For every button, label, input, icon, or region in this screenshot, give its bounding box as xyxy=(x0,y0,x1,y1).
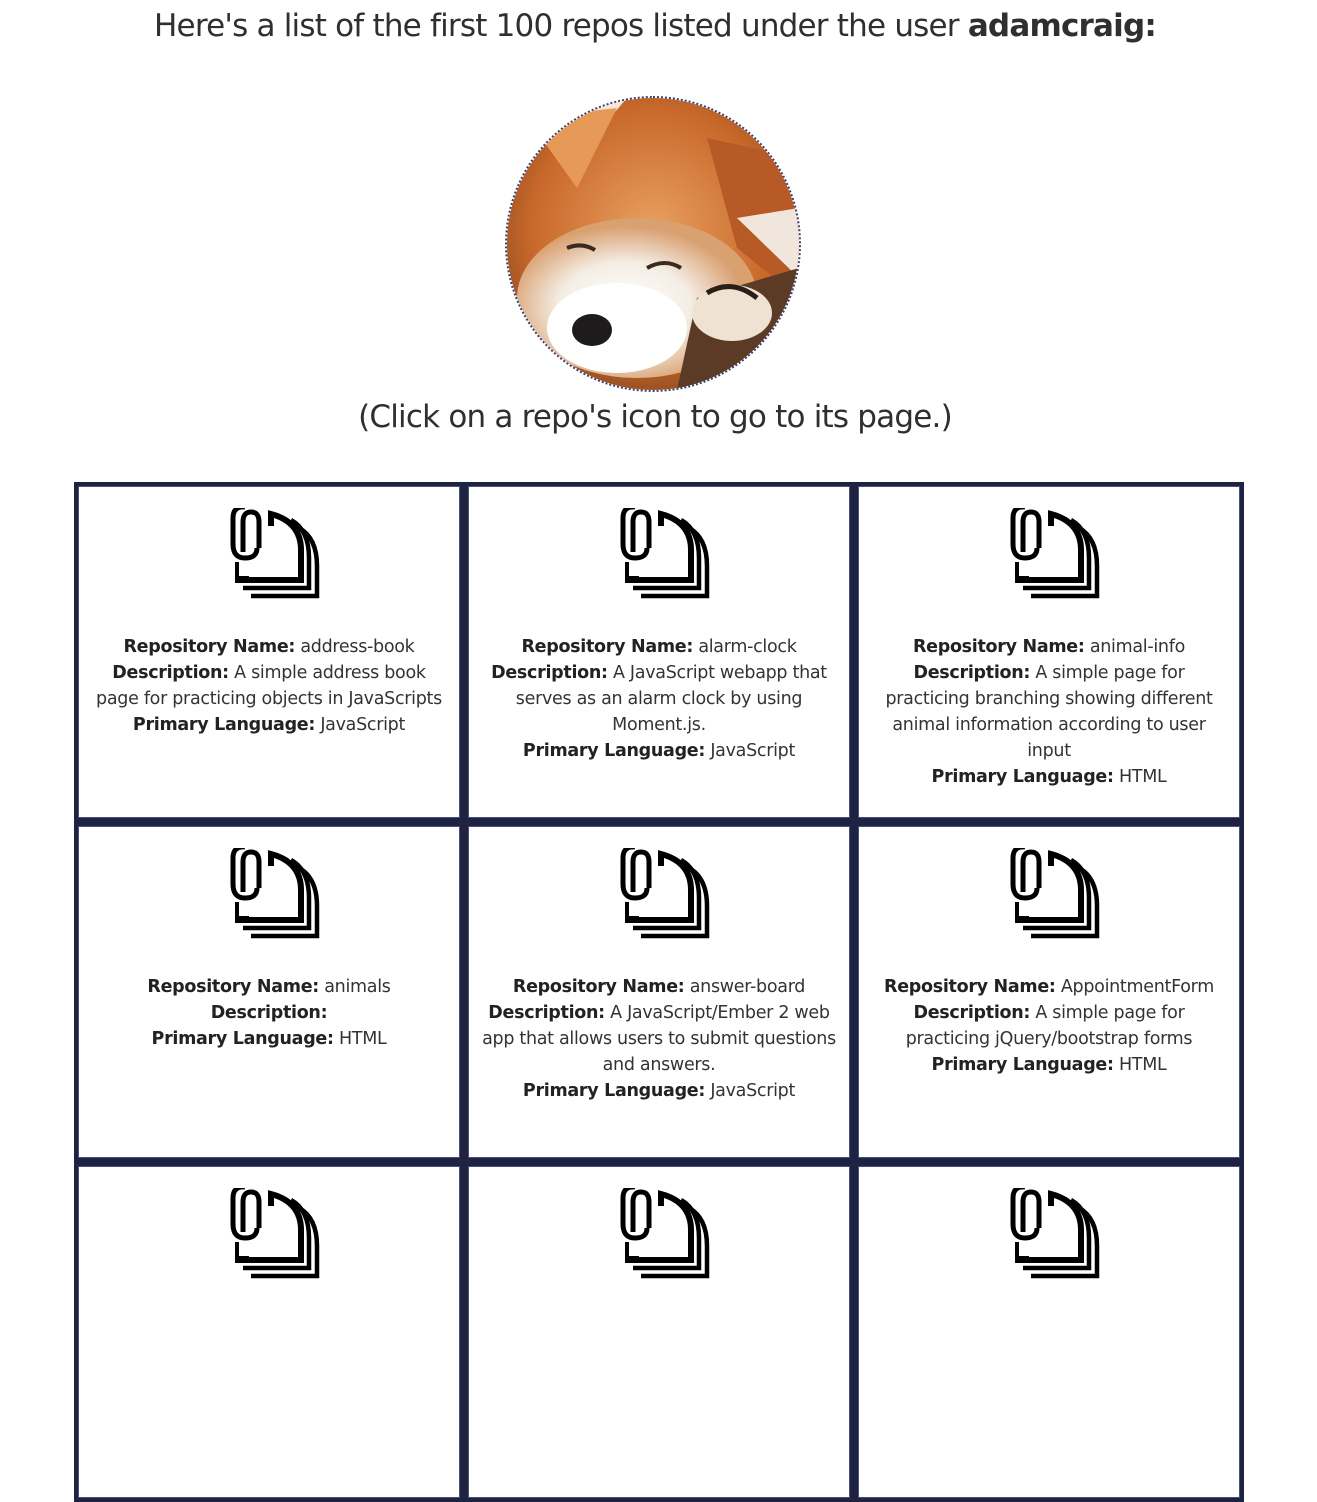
repo-description: Description: A simple address book page … xyxy=(92,660,446,712)
repo-name-label: Repository Name: xyxy=(884,977,1056,997)
repo-link-icon[interactable] xyxy=(1003,844,1103,948)
repo-description: Description: xyxy=(92,1000,446,1026)
repo-language-value: JavaScript xyxy=(315,715,406,735)
repo-card xyxy=(464,1162,854,1502)
repo-language: Primary Language: HTML xyxy=(872,1052,1226,1078)
repo-description: Description: A simple page for practicin… xyxy=(872,660,1226,764)
repo-description-label: Description: xyxy=(210,1003,328,1023)
repo-description-label: Description: xyxy=(491,663,608,683)
repo-link-icon[interactable] xyxy=(1003,504,1103,608)
repo-link-icon[interactable] xyxy=(613,504,713,608)
repo-language-value: HTML xyxy=(1113,767,1167,787)
repo-description: Description: A JavaScript webapp that se… xyxy=(482,660,836,738)
heading-prefix: Here's a list of the first 100 repos lis… xyxy=(154,8,968,44)
repo-description-label: Description: xyxy=(488,1003,605,1023)
page-heading: Here's a list of the first 100 repos lis… xyxy=(0,8,1310,44)
repo-language-label: Primary Language: xyxy=(132,715,316,735)
repo-name-value: animals xyxy=(319,977,391,997)
repo-language-value: JavaScript xyxy=(705,1081,796,1101)
repo-language-label: Primary Language: xyxy=(151,1029,334,1049)
repo-name-value: answer-board xyxy=(684,977,806,997)
repo-name-label: Repository Name: xyxy=(512,977,685,997)
repo-card: Repository Name: animal-info Description:… xyxy=(854,482,1244,822)
repo-description: Description: A simple page for practicin… xyxy=(872,1000,1226,1052)
repo-name-value: address-book xyxy=(295,637,415,657)
repo-link-icon[interactable] xyxy=(1003,1184,1103,1288)
repo-name-value: animal-info xyxy=(1084,637,1185,657)
repo-language-value: HTML xyxy=(333,1029,387,1049)
repo-name-label: Repository Name: xyxy=(521,637,694,657)
repo-description-label: Description: xyxy=(913,663,1031,683)
heading-username: adamcraig: xyxy=(967,8,1157,44)
repo-info: Repository Name: animal-info Description:… xyxy=(872,634,1226,790)
repo-info: Repository Name: AppointmentForm Descript… xyxy=(872,974,1226,1078)
repo-card: Repository Name: animals Description: Prim… xyxy=(74,822,464,1162)
repo-info: Repository Name: alarm-clock Description:… xyxy=(482,634,836,764)
repo-link-icon[interactable] xyxy=(223,844,323,948)
repo-name: Repository Name: alarm-clock xyxy=(482,634,836,660)
repo-language: Primary Language: JavaScript xyxy=(482,1078,836,1104)
repo-name: Repository Name: AppointmentForm xyxy=(872,974,1226,1000)
user-avatar xyxy=(505,96,801,392)
repo-language-label: Primary Language: xyxy=(931,767,1114,787)
repo-grid: Repository Name: address-book Description… xyxy=(74,482,1244,1502)
repo-name: Repository Name: animals xyxy=(92,974,446,1000)
repo-link-icon[interactable] xyxy=(223,504,323,608)
hint-text: (Click on a repo's icon to go to its pag… xyxy=(358,399,953,435)
repo-language: Primary Language: JavaScript xyxy=(482,738,836,764)
repo-card: Repository Name: address-book Description… xyxy=(74,482,464,822)
repo-description-label: Description: xyxy=(112,663,229,683)
repo-info: Repository Name: answer-board Description… xyxy=(482,974,836,1104)
repo-name-label: Repository Name: xyxy=(123,637,296,657)
repo-description-label: Description: xyxy=(913,1003,1031,1023)
repo-link-icon[interactable] xyxy=(223,1184,323,1288)
repo-language-value: JavaScript xyxy=(705,741,796,761)
repo-language-label: Primary Language: xyxy=(931,1055,1114,1075)
repo-name: Repository Name: animal-info xyxy=(872,634,1226,660)
repo-card xyxy=(74,1162,464,1502)
repo-language-label: Primary Language: xyxy=(522,741,706,761)
repo-name-label: Repository Name: xyxy=(912,637,1085,657)
repo-language-label: Primary Language: xyxy=(522,1081,706,1101)
repo-name-value: AppointmentForm xyxy=(1055,977,1214,997)
repo-language: Primary Language: HTML xyxy=(92,1026,446,1052)
red-panda-photo xyxy=(507,98,799,390)
repo-language: Primary Language: HTML xyxy=(872,764,1226,790)
repo-name: Repository Name: answer-board xyxy=(482,974,836,1000)
repo-description: Description: A JavaScript/Ember 2 web ap… xyxy=(482,1000,836,1078)
repo-card: Repository Name: answer-board Description… xyxy=(464,822,854,1162)
repo-card: Repository Name: alarm-clock Description:… xyxy=(464,482,854,822)
repo-link-icon[interactable] xyxy=(613,844,713,948)
repo-name-value: alarm-clock xyxy=(693,637,797,657)
repo-language: Primary Language: JavaScript xyxy=(92,712,446,738)
repo-language-value: HTML xyxy=(1113,1055,1167,1075)
repo-info: Repository Name: address-book Description… xyxy=(92,634,446,738)
repo-name: Repository Name: address-book xyxy=(92,634,446,660)
repo-card: Repository Name: AppointmentForm Descript… xyxy=(854,822,1244,1162)
repo-info: Repository Name: animals Description: Prim… xyxy=(92,974,446,1052)
repo-name-label: Repository Name: xyxy=(147,977,319,997)
repo-link-icon[interactable] xyxy=(613,1184,713,1288)
repo-card xyxy=(854,1162,1244,1502)
